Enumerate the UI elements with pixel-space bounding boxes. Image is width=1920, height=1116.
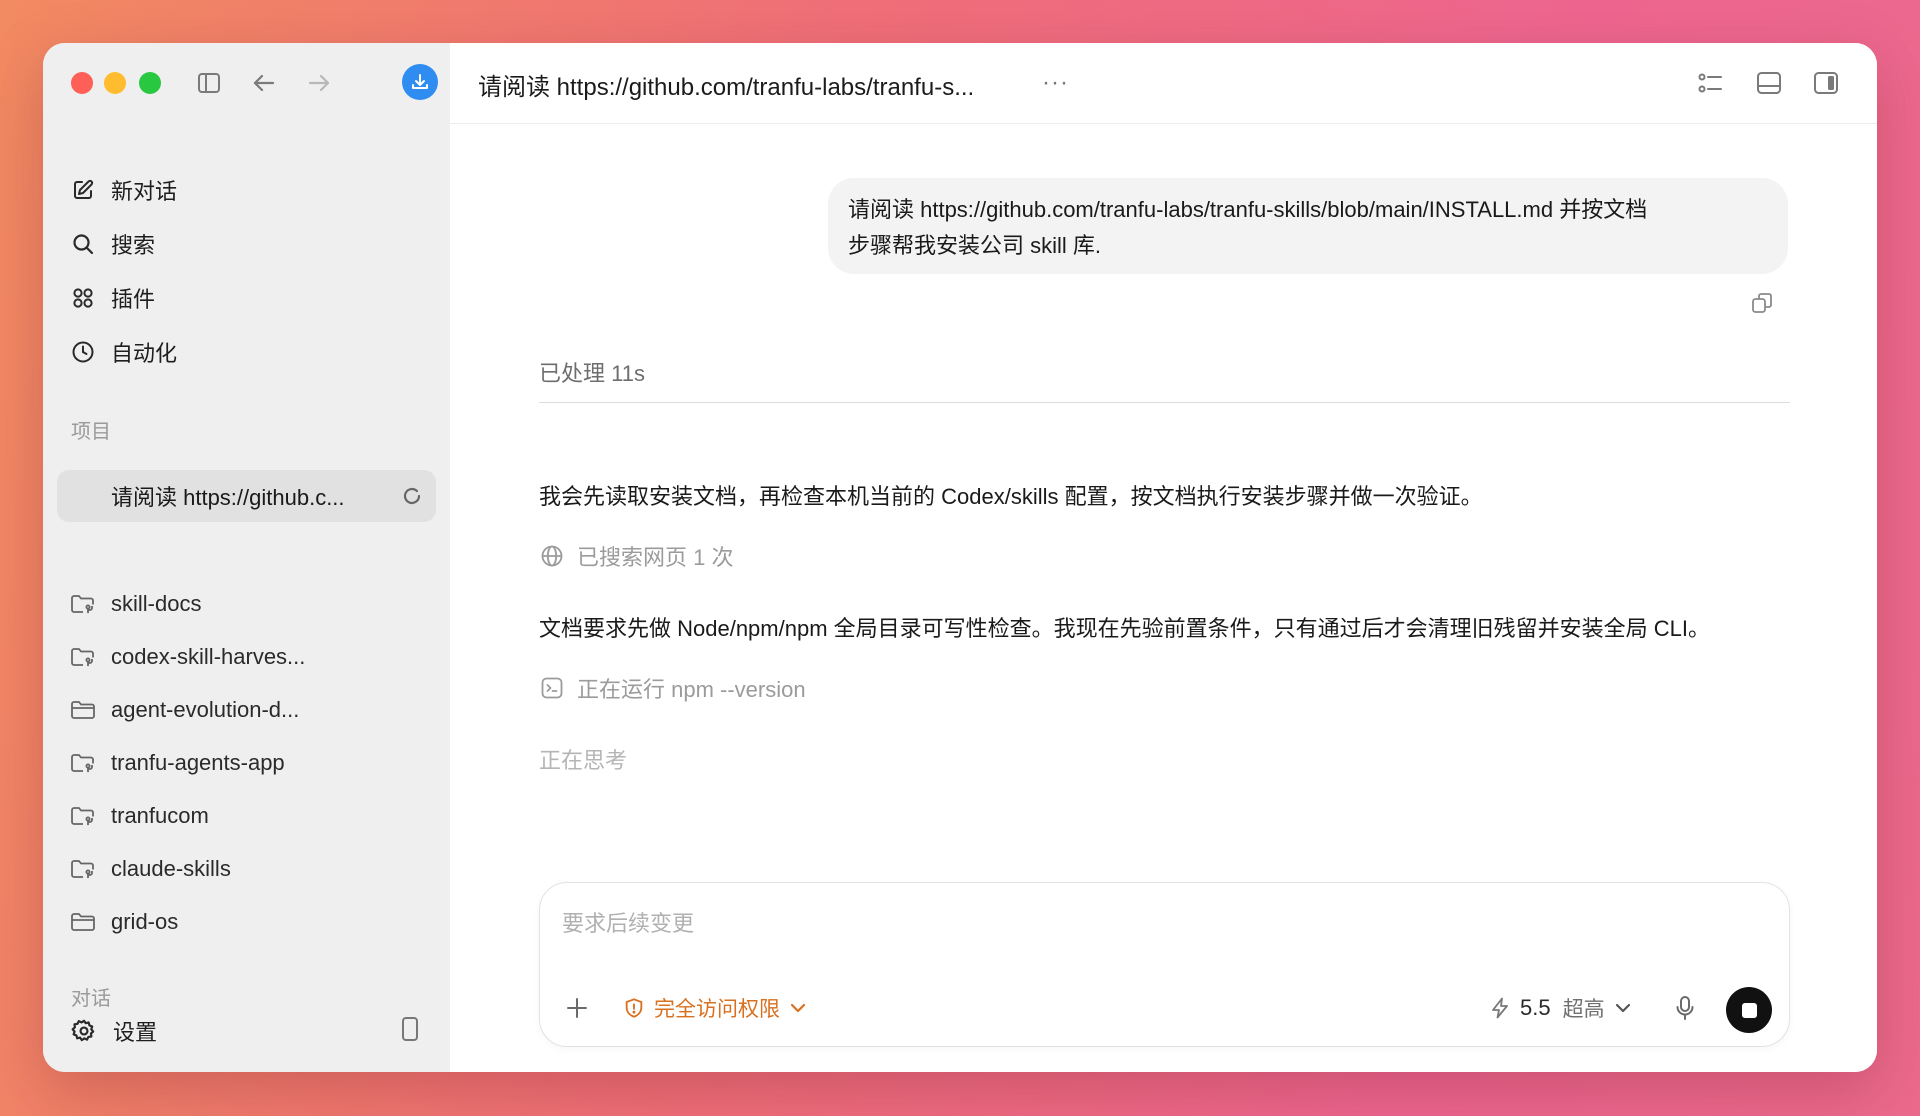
project-label: tranfu-agents-app: [111, 750, 285, 775]
project-item[interactable]: skill-docs: [69, 584, 201, 624]
back-arrow-icon[interactable]: [248, 67, 280, 99]
nav-automation[interactable]: 自动化: [69, 332, 177, 372]
lightning-icon: [1490, 997, 1512, 1019]
loading-spinner-icon: [400, 484, 424, 508]
folder-icon: [69, 908, 97, 936]
project-label: codex-skill-harves...: [111, 644, 306, 669]
nav-plugins[interactable]: 插件: [69, 278, 155, 318]
stop-icon: [1741, 1002, 1757, 1018]
project-item[interactable]: tranfucom: [69, 796, 209, 836]
copy-icon[interactable]: [1750, 291, 1776, 317]
project-item[interactable]: claude-skills: [69, 849, 231, 889]
nav-label: 插件: [111, 287, 156, 312]
folder-git-icon: [69, 855, 97, 883]
nav-label: 搜索: [111, 233, 156, 258]
bottom-panel-icon[interactable]: [1753, 67, 1785, 99]
minimize-window-button[interactable]: [104, 72, 126, 94]
folder-git-icon: [69, 590, 97, 618]
access-level-dropdown[interactable]: 完全访问权限: [622, 991, 808, 1025]
zoom-window-button[interactable]: [139, 72, 161, 94]
assistant-message: 我会先读取安装文档，再检查本机当前的 Codex/skills 配置，按文档执行…: [539, 484, 1483, 509]
main-header: 请阅读 https://github.com/tranfu-labs/tranf…: [450, 43, 1877, 124]
model-version: 5.5: [1520, 995, 1551, 1020]
sidebar: 新对话 搜索 插件 自动化 项目 codex-tranfu-dem: [43, 43, 450, 1072]
terminal-icon: [539, 675, 565, 701]
access-label: 完全访问权限: [654, 998, 780, 1021]
user-message-line: 请阅读 https://github.com/tranfu-labs/tranf…: [848, 197, 1648, 222]
thinking-status: 正在思考: [539, 748, 628, 773]
edit-icon: [69, 176, 97, 204]
plugin-icon: [69, 284, 97, 312]
conversations-section-label: 对话: [71, 988, 111, 1010]
more-options-icon[interactable]: ···: [1042, 69, 1069, 97]
projects-section-label: 项目: [71, 421, 111, 443]
microphone-button[interactable]: [1670, 993, 1700, 1023]
project-label: claude-skills: [111, 856, 231, 881]
add-attachment-button[interactable]: [562, 993, 592, 1023]
main-panel: 请阅读 https://github.com/tranfu-labs/tranf…: [450, 43, 1877, 1072]
task-list-icon[interactable]: [1695, 67, 1727, 99]
activity-terminal[interactable]: 正在运行 npm --version: [539, 673, 806, 703]
chevron-down-icon: [790, 999, 808, 1017]
settings-button[interactable]: 设置: [69, 1011, 157, 1051]
activity-label: 已搜索网页 1 次: [577, 545, 734, 570]
nav-search[interactable]: 搜索: [69, 224, 155, 264]
project-item[interactable]: codex-skill-harves...: [69, 637, 305, 677]
folder-git-icon: [69, 749, 97, 777]
active-thread-label: 请阅读 https://github.c...: [111, 485, 345, 510]
model-selector-dropdown[interactable]: 5.5 超高: [1490, 991, 1633, 1025]
composer: 完全访问权限 5.5 超高: [539, 882, 1790, 1047]
project-item[interactable]: grid-os: [69, 902, 178, 942]
user-message-bubble: 请阅读 https://github.com/tranfu-labs/tranf…: [828, 178, 1788, 274]
globe-icon: [539, 543, 565, 569]
processed-status[interactable]: 已处理 11s: [539, 356, 645, 388]
nav-label: 自动化: [111, 341, 178, 366]
folder-git-icon: [69, 802, 97, 830]
search-icon: [69, 230, 97, 258]
divider: [539, 402, 1790, 403]
nav-new-chat[interactable]: 新对话: [69, 170, 177, 210]
project-item[interactable]: tranfu-agents-app: [69, 743, 285, 783]
sidebar-titlebar: [43, 43, 450, 123]
project-item[interactable]: agent-evolution-d...: [69, 690, 299, 730]
chevron-down-icon: [1615, 999, 1633, 1017]
project-label: tranfucom: [111, 803, 209, 828]
warning-icon: [622, 996, 646, 1020]
toggle-sidebar-icon[interactable]: [193, 67, 225, 99]
project-label: skill-docs: [111, 591, 202, 616]
stop-generation-button[interactable]: [1726, 987, 1772, 1033]
user-message-line: 步骤帮我安装公司 skill 库.: [848, 233, 1102, 258]
forward-arrow-icon[interactable]: [303, 67, 335, 99]
gear-icon: [69, 1016, 99, 1046]
download-icon: [412, 74, 428, 89]
download-update-button[interactable]: [402, 64, 438, 100]
project-label: grid-os: [111, 909, 179, 934]
prompt-input[interactable]: [560, 905, 1564, 943]
active-thread-item[interactable]: 请阅读 https://github.c...: [57, 470, 436, 522]
close-window-button[interactable]: [71, 72, 93, 94]
microphone-icon: [1676, 996, 1694, 1020]
activity-web-search[interactable]: 已搜索网页 1 次: [539, 541, 733, 571]
model-level: 超高: [1562, 998, 1605, 1021]
mobile-device-icon[interactable]: [401, 1016, 425, 1046]
thread-title: 请阅读 https://github.com/tranfu-labs/tranf…: [478, 74, 975, 101]
folder-git-icon: [69, 643, 97, 671]
clock-icon: [69, 338, 97, 366]
nav-label: 新对话: [111, 179, 178, 204]
settings-label: 设置: [113, 1020, 158, 1045]
right-panel-icon[interactable]: [1810, 67, 1842, 99]
app-window: 新对话 搜索 插件 自动化 项目 codex-tranfu-dem: [43, 43, 1877, 1072]
project-label: agent-evolution-d...: [111, 697, 300, 722]
activity-label: 正在运行 npm --version: [577, 677, 806, 702]
assistant-message: 文档要求先做 Node/npm/npm 全局目录可写性检查。我现在先验前置条件，…: [539, 616, 1710, 641]
folder-icon: [69, 696, 97, 724]
plus-icon: [567, 998, 587, 1018]
